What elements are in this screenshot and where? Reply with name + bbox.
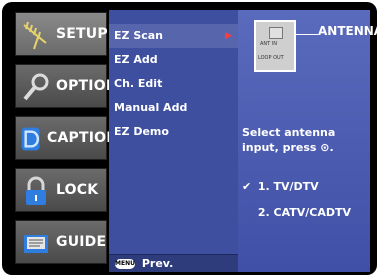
option-tv-dtv[interactable]: ✔ 1. TV/DTV xyxy=(242,180,319,193)
submenu-item-ez-demo[interactable]: EZ Demo xyxy=(109,120,238,144)
antenna-connector-line xyxy=(296,34,318,35)
submenu-item-label: Manual Add xyxy=(114,101,188,114)
submenu-item-manual-add[interactable]: Manual Add xyxy=(109,96,238,120)
antenna-plug-icon xyxy=(269,27,283,39)
prev-label: Prev. xyxy=(141,257,174,270)
sidebar-item-setup[interactable]: SETUP xyxy=(15,12,108,56)
antenna-port-diagram: ANT IN LOOP OUT xyxy=(254,20,296,72)
antenna-icon xyxy=(23,21,47,50)
tv-screen: SETUP OPTION CAPTION LOCK GUIDE EZ Scan … xyxy=(2,2,380,275)
instruction-text: Select antenna input, press ⊙. xyxy=(242,126,336,154)
sidebar-item-label: LOCK xyxy=(56,182,99,198)
prev-button[interactable]: MENU Prev. xyxy=(109,254,238,272)
sidebar-item-option[interactable]: OPTION xyxy=(15,64,118,108)
submenu-item-ez-add[interactable]: EZ Add xyxy=(109,48,238,72)
sidebar-item-lock[interactable]: LOCK xyxy=(15,168,107,212)
checkmark-icon: ✔ xyxy=(242,180,252,193)
caption-d-icon xyxy=(21,127,40,151)
sidebar-item-guide[interactable]: GUIDE xyxy=(15,220,107,264)
submenu-item-label: EZ Scan xyxy=(114,29,164,42)
magnifier-icon xyxy=(23,73,49,101)
submenu-arrow-icon: ▶ xyxy=(225,31,232,41)
padlock-icon xyxy=(26,176,46,205)
option-label: 2. CATV/CADTV xyxy=(257,206,352,219)
sidebar-item-label: GUIDE xyxy=(56,234,107,250)
sidebar: SETUP OPTION CAPTION LOCK GUIDE xyxy=(12,10,118,272)
loop-out-label: LOOP OUT xyxy=(258,55,284,61)
submenu-item-ch-edit[interactable]: Ch. Edit xyxy=(109,72,238,96)
submenu-item-label: Ch. Edit xyxy=(114,77,163,90)
submenu: EZ Scan ▶ EZ Add Ch. Edit Manual Add EZ … xyxy=(109,10,238,272)
menu-button-icon: MENU xyxy=(115,259,135,269)
submenu-item-label: EZ Add xyxy=(114,53,158,66)
option-catv-cadtv[interactable]: 2. CATV/CADTV xyxy=(242,206,351,219)
sidebar-item-label: CAPTION xyxy=(47,130,119,146)
guide-book-icon xyxy=(24,235,48,253)
submenu-item-label: EZ Demo xyxy=(114,125,169,138)
submenu-item-ez-scan[interactable]: EZ Scan ▶ xyxy=(109,24,238,48)
ant-in-label: ANT IN xyxy=(260,41,278,47)
info-panel: ANT IN LOOP OUT ANTENNA Select antenna i… xyxy=(238,10,380,272)
antenna-label: ANTENNA xyxy=(318,24,380,38)
option-label: 1. TV/DTV xyxy=(257,180,319,193)
sidebar-item-caption[interactable]: CAPTION xyxy=(15,116,118,160)
setup-menu: SETUP OPTION CAPTION LOCK GUIDE EZ Scan … xyxy=(12,10,380,272)
sidebar-item-label: SETUP xyxy=(56,26,108,42)
